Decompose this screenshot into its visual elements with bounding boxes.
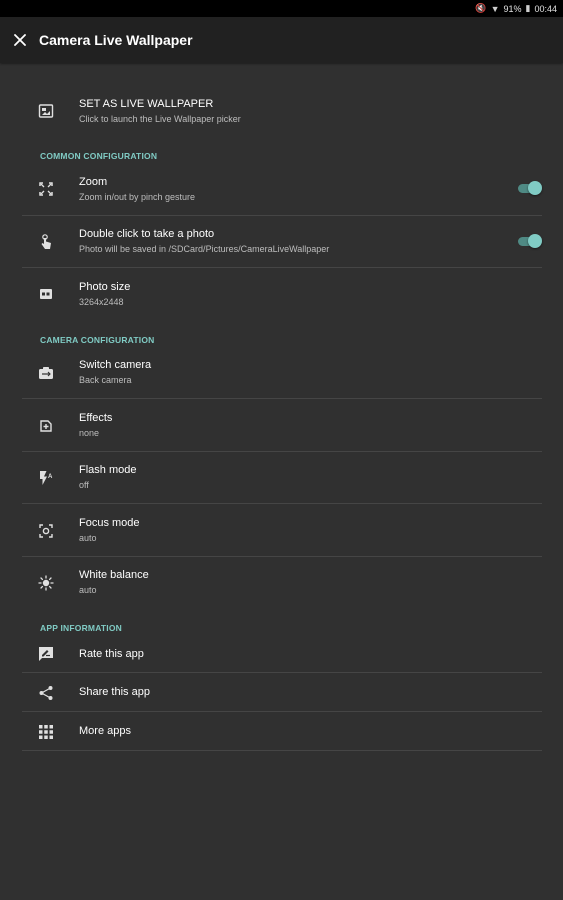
rate-app-label: Rate this app [79, 648, 144, 660]
flash-auto-icon: A [38, 470, 54, 486]
zoom-title: Zoom [79, 176, 108, 188]
effects-subtitle: none [79, 428, 100, 438]
share-app-label: Share this app [79, 686, 150, 698]
apps-grid-icon [38, 724, 54, 740]
switch-camera-title: Switch camera [79, 359, 152, 371]
set-live-wallpaper-subtitle: Click to launch the Live Wallpaper picke… [79, 114, 241, 124]
more-apps-item[interactable]: More apps [22, 712, 542, 751]
status-bar: 🔇 ▼ 91% ▮ 00:44 [0, 0, 563, 17]
double-click-toggle[interactable] [518, 234, 542, 248]
effects-item[interactable]: Effects none [22, 399, 542, 452]
share-app-item[interactable]: Share this app [22, 673, 542, 712]
zoom-subtitle: Zoom in/out by pinch gesture [79, 192, 196, 202]
set-live-wallpaper-title: SET AS LIVE WALLPAPER [79, 98, 214, 110]
svg-text:A: A [48, 474, 53, 480]
battery-percent: 91% [503, 3, 522, 14]
focus-mode-subtitle: auto [79, 533, 97, 543]
clock: 00:44 [534, 3, 557, 14]
photo-size-icon [38, 286, 54, 302]
battery-icon: ▮ [525, 3, 531, 13]
flash-mode-item[interactable]: A Flash mode off [22, 452, 542, 504]
white-balance-title: White balance [79, 569, 149, 581]
effects-title: Effects [79, 412, 113, 424]
zoom-item[interactable]: Zoom Zoom in/out by pinch gesture [22, 163, 542, 216]
photo-size-title: Photo size [79, 281, 131, 293]
focus-mode-item[interactable]: Focus mode auto [22, 504, 542, 557]
effects-icon [38, 418, 54, 434]
focus-mode-title: Focus mode [79, 517, 140, 529]
rate-app-item[interactable]: Rate this app [22, 635, 542, 673]
app-toolbar: Camera Live Wallpaper [0, 17, 563, 63]
zoom-expand-icon [38, 181, 54, 197]
zoom-toggle[interactable] [518, 181, 542, 195]
photo-size-subtitle: 3264x2448 [79, 297, 124, 307]
more-apps-label: More apps [79, 725, 131, 737]
section-common-configuration: COMMON CONFIGURATION [40, 151, 158, 161]
set-live-wallpaper-item[interactable]: SET AS LIVE WALLPAPER Click to launch th… [22, 88, 542, 132]
flash-mode-subtitle: off [79, 480, 89, 490]
mute-icon: 🔇 [475, 3, 487, 13]
touch-icon [38, 234, 54, 250]
rate-review-icon [38, 646, 54, 662]
focus-icon [38, 523, 54, 539]
double-click-subtitle: Photo will be saved in /SDCard/Pictures/… [79, 244, 330, 254]
double-click-title: Double click to take a photo [79, 228, 215, 240]
close-icon [14, 34, 26, 46]
switch-camera-item[interactable]: Switch camera Back camera [22, 347, 542, 399]
section-app-information: APP INFORMATION [40, 623, 123, 633]
close-button[interactable] [9, 29, 31, 51]
flash-mode-title: Flash mode [79, 464, 137, 476]
switch-camera-subtitle: Back camera [79, 375, 132, 385]
sun-icon [38, 575, 54, 591]
wallpaper-icon [38, 103, 54, 119]
wifi-icon: ▼ [490, 3, 500, 14]
share-icon [38, 685, 54, 701]
section-camera-configuration: CAMERA CONFIGURATION [40, 335, 155, 345]
double-click-photo-item[interactable]: Double click to take a photo Photo will … [22, 216, 542, 268]
switch-camera-icon [38, 365, 54, 381]
white-balance-subtitle: auto [79, 585, 97, 595]
white-balance-item[interactable]: White balance auto [22, 557, 542, 609]
page-title: Camera Live Wallpaper [39, 32, 193, 48]
photo-size-item[interactable]: Photo size 3264x2448 [22, 268, 542, 320]
